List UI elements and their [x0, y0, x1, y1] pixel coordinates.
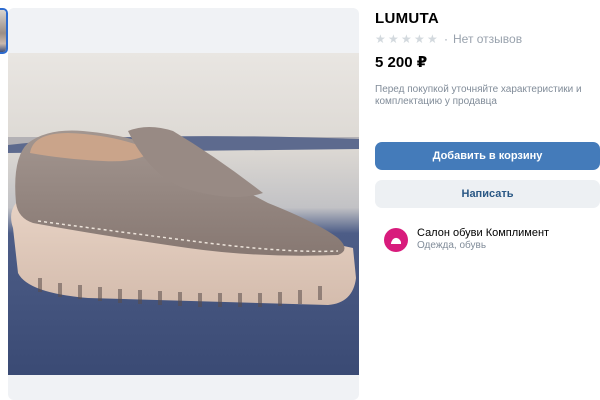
- star-icon: ★: [427, 32, 438, 46]
- product-title: LUMUTA: [375, 10, 440, 27]
- reviews-link[interactable]: Нет отзывов: [453, 32, 522, 46]
- seller-card[interactable]: Салон обуви Комплимент Одежда, обувь: [384, 226, 549, 252]
- star-icon: ★: [414, 32, 425, 46]
- product-gallery[interactable]: [8, 8, 359, 400]
- seller-name[interactable]: Салон обуви Комплимент: [417, 226, 549, 240]
- product-photo[interactable]: [8, 53, 359, 375]
- product-price: 5 200 ₽: [375, 54, 428, 71]
- gallery-thumbnail[interactable]: [0, 8, 8, 54]
- shoe-photo-illustration: [8, 53, 359, 375]
- star-icon: ★: [375, 32, 386, 46]
- write-button[interactable]: Написать: [375, 180, 600, 208]
- seller-avatar[interactable]: [384, 228, 408, 252]
- seller-note: Перед покупкой уточняйте характеристики …: [375, 84, 582, 107]
- rating-row[interactable]: ★ ★ ★ ★ ★ · Нет отзывов: [375, 32, 522, 46]
- thumbnail-image: [0, 10, 6, 52]
- seller-category: Одежда, обувь: [417, 240, 487, 251]
- separator-dot: ·: [444, 32, 448, 46]
- shoe-logo-icon: [391, 237, 401, 244]
- star-icon: ★: [401, 32, 412, 46]
- star-icon: ★: [388, 32, 399, 46]
- add-to-cart-button[interactable]: Добавить в корзину: [375, 142, 600, 170]
